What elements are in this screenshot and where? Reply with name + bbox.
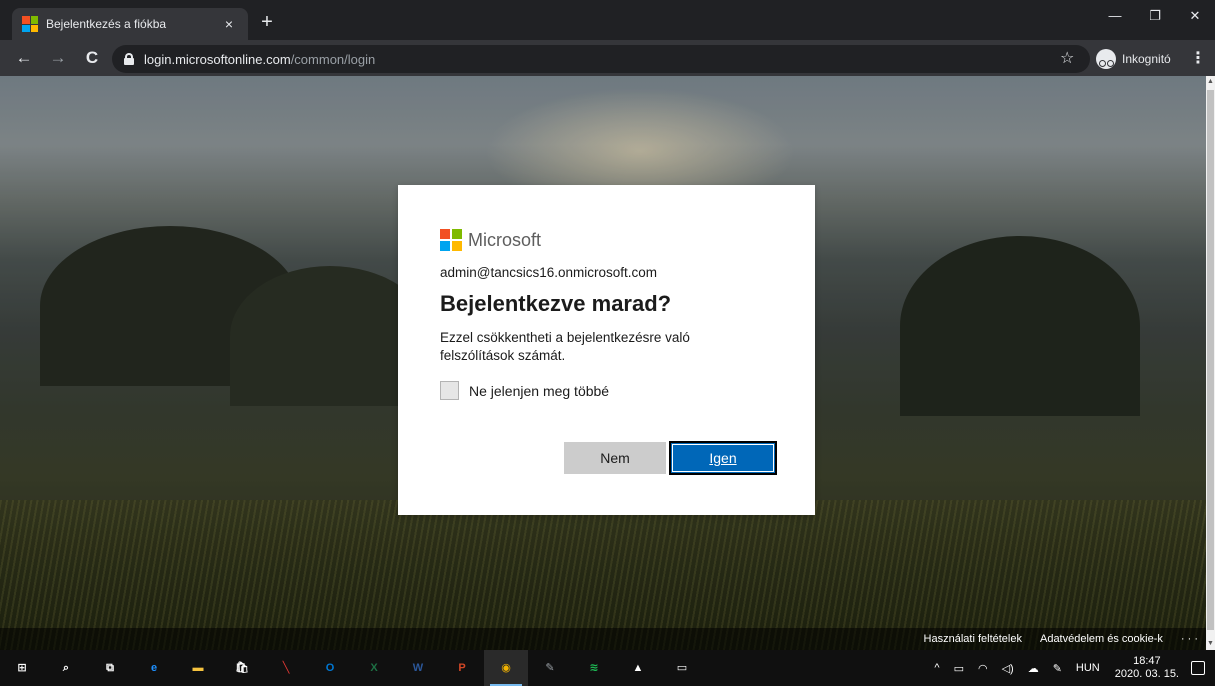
no-button[interactable]: Nem	[564, 442, 666, 474]
page-footer: Használati feltételek Adatvédelem és coo…	[0, 628, 1206, 650]
new-tab-button[interactable]: +	[254, 10, 280, 36]
pen-icon[interactable]: ✎	[1053, 662, 1062, 675]
terminal-icon: ▭	[676, 662, 688, 674]
word-icon: W	[412, 662, 424, 674]
reload-button[interactable]: C	[80, 46, 104, 70]
spotify-icon: ≋	[589, 662, 599, 674]
volume-icon[interactable]: ◁)	[1002, 662, 1014, 675]
address-bar[interactable]: login.microsoftonline.com /common/login	[112, 45, 1090, 73]
scroll-down-icon[interactable]: ▼	[1206, 638, 1215, 650]
system-tray: ^ ▭ ◠ ◁) ☁ ✎ HUN 18:47 2020. 03. 15.	[927, 650, 1215, 686]
dont-show-again-checkbox[interactable]	[440, 381, 459, 400]
taskbar-apps: ⊞ ⌕ ⧉ e ▬ 🛍 ╲ O X W P ◉ ✎ ≋ ▲ ▭	[0, 650, 704, 686]
file-explorer-icon: ▬	[192, 662, 204, 674]
app-red-icon: ╲	[282, 662, 290, 674]
forward-button[interactable]: →	[46, 46, 70, 70]
tab-title: Bejelentkezés a fiókba	[46, 17, 167, 31]
excel-icon: X	[370, 662, 378, 674]
store-icon: 🛍	[235, 662, 249, 674]
clock-date: 2020. 03. 15.	[1114, 668, 1179, 680]
paint-icon: ✎	[545, 662, 555, 674]
dialog-description: Ezzel csökkentheti a bejelentkezésre val…	[440, 330, 690, 363]
onedrive-icon[interactable]: ☁	[1028, 662, 1039, 675]
page-scrollbar[interactable]: ▲ ▼	[1206, 76, 1215, 650]
scroll-up-icon[interactable]: ▲	[1206, 76, 1215, 88]
tab-close-icon[interactable]: ×	[220, 16, 238, 32]
minimize-button[interactable]: —	[1095, 0, 1135, 32]
start-icon: ⊞	[17, 662, 27, 674]
taskbar-start-icon[interactable]: ⊞	[0, 650, 44, 686]
microsoft-logo-icon	[440, 229, 462, 251]
taskbar-powerpoint-icon[interactable]: P	[440, 650, 484, 686]
window-controls: — ❐ ✕	[1095, 0, 1215, 32]
dont-show-again-label[interactable]: Ne jelenjen meg többé	[469, 383, 609, 399]
microsoft-logo: Microsoft	[440, 229, 773, 251]
incognito-icon	[1096, 49, 1116, 69]
microsoft-wordmark: Microsoft	[468, 229, 542, 250]
incognito-indicator[interactable]: Inkognitó	[1092, 46, 1179, 72]
taskbar-task-view-icon[interactable]: ⧉	[88, 650, 132, 686]
clock[interactable]: 18:47 2020. 03. 15.	[1115, 655, 1179, 681]
browser-tabstrip: Bejelentkezés a fiókba × + — ❐ ✕	[0, 0, 1215, 40]
close-window-button[interactable]: ✕	[1175, 0, 1215, 32]
outlook-icon: O	[325, 662, 335, 674]
search-icon: ⌕	[62, 662, 70, 674]
more-options-icon[interactable]: · · ·	[1181, 633, 1198, 645]
taskbar-terminal-icon[interactable]: ▭	[660, 650, 704, 686]
taskbar-word-icon[interactable]: W	[396, 650, 440, 686]
maximize-button[interactable]: ❐	[1135, 0, 1175, 32]
taskbar-photos-icon[interactable]: ▲	[616, 650, 660, 686]
powerpoint-icon: P	[458, 662, 466, 674]
taskbar-store-icon[interactable]: 🛍	[220, 650, 264, 686]
notification-center-icon[interactable]	[1191, 661, 1205, 675]
battery-icon[interactable]: ▭	[954, 662, 964, 675]
clock-time: 18:47	[1133, 655, 1161, 667]
bookmark-star-icon[interactable]: ☆	[1060, 45, 1074, 73]
taskbar-edge-icon[interactable]: e	[132, 650, 176, 686]
taskbar-outlook-icon[interactable]: O	[308, 650, 352, 686]
dialog-buttons: Nem Igen	[564, 441, 777, 475]
taskbar-spotify-icon[interactable]: ≋	[572, 650, 616, 686]
terms-link[interactable]: Használati feltételek	[924, 633, 1022, 645]
language-indicator[interactable]: HUN	[1076, 662, 1100, 674]
stay-signed-in-dialog: Microsoft admin@tancsics16.onmicrosoft.c…	[398, 185, 815, 515]
taskbar-search-icon[interactable]: ⌕	[44, 650, 88, 686]
taskbar-paint-icon[interactable]: ✎	[528, 650, 572, 686]
dont-show-again-option[interactable]: Ne jelenjen meg többé	[440, 381, 773, 400]
yes-button[interactable]: Igen	[669, 441, 777, 475]
url-path: /common/login	[290, 51, 376, 67]
wifi-icon[interactable]: ◠	[978, 662, 988, 675]
account-identity: admin@tancsics16.onmicrosoft.com	[440, 265, 658, 280]
taskbar-file-explorer-icon[interactable]: ▬	[176, 650, 220, 686]
tray-chevron-icon[interactable]: ^	[934, 662, 939, 674]
taskbar-excel-icon[interactable]: X	[352, 650, 396, 686]
taskbar-app-red-icon[interactable]: ╲	[264, 650, 308, 686]
privacy-link[interactable]: Adatvédelem és cookie-k	[1040, 633, 1163, 645]
windows-taskbar: ⊞ ⌕ ⧉ e ▬ 🛍 ╲ O X W P ◉ ✎ ≋ ▲ ▭ ^ ▭ ◠ ◁) ☁ ✎ HUN 18:47 …	[0, 650, 1215, 686]
back-button[interactable]: ←	[12, 46, 36, 70]
browser-tab[interactable]: Bejelentkezés a fiókba ×	[12, 8, 248, 40]
url-host: login.microsoftonline.com	[144, 51, 291, 67]
chrome-icon: ◉	[501, 662, 511, 674]
browser-menu-icon[interactable]: ⋮	[1190, 44, 1206, 74]
scroll-thumb[interactable]	[1207, 90, 1214, 630]
task-view-icon: ⧉	[106, 662, 114, 674]
incognito-label: Inkognitó	[1122, 52, 1171, 66]
dialog-title: Bejelentkezve marad?	[440, 291, 672, 316]
microsoft-favicon-icon	[22, 16, 38, 32]
photos-icon: ▲	[632, 662, 644, 674]
edge-icon: e	[150, 662, 158, 674]
taskbar-chrome-icon[interactable]: ◉	[484, 650, 528, 686]
lock-icon[interactable]	[124, 53, 134, 65]
